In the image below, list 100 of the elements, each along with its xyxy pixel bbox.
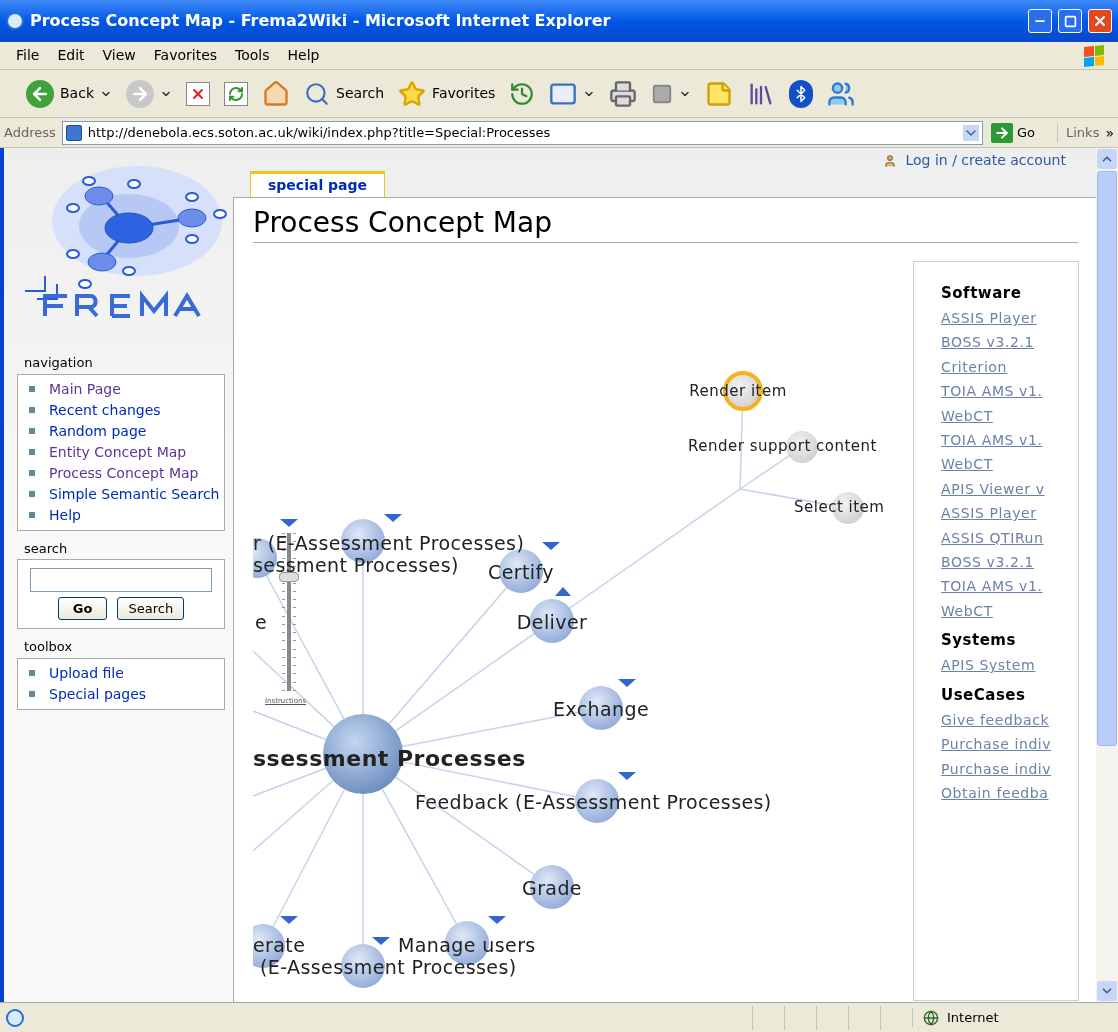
maximize-icon (1063, 14, 1077, 28)
page-title: Process Concept Map (253, 206, 1078, 243)
search-icon (304, 80, 330, 107)
related-link[interactable]: BOSS v3.2.1 (941, 330, 1078, 355)
related-link[interactable]: ASSIS Player (941, 306, 1078, 331)
portlet-heading: navigation (24, 354, 94, 372)
menu-item[interactable]: File (16, 45, 40, 66)
triangle-icon[interactable] (372, 937, 390, 945)
note-icon (705, 79, 734, 108)
related-link[interactable]: Criterion (941, 354, 1078, 380)
nav-link[interactable]: Special pages (49, 683, 147, 705)
ie-page-icon (6, 1008, 24, 1027)
triangle-icon[interactable] (542, 542, 560, 550)
clock-icon (509, 80, 536, 107)
related-link[interactable]: WebCT (941, 598, 1078, 624)
node-label: Select item (794, 500, 885, 516)
node-label: (E-Assessment Processes) (260, 958, 517, 978)
related-link[interactable]: BOSS v3.2.1 (941, 550, 1078, 575)
page-tab[interactable]: special page (250, 171, 386, 197)
node-label: Render support content (688, 439, 877, 455)
bullet-icon (29, 406, 35, 413)
favorites-button[interactable]: Favorites (396, 74, 498, 113)
login-link[interactable]: Log in / create account (905, 150, 1066, 171)
stop-icon (186, 81, 210, 106)
triangle-icon[interactable] (384, 514, 402, 522)
back-button[interactable]: Back (24, 74, 114, 113)
menu-item[interactable]: View (102, 45, 136, 66)
scroll-up-button[interactable] (1097, 149, 1117, 169)
node-label: e (255, 613, 268, 633)
menu-item[interactable]: Edit (57, 45, 85, 66)
printer-icon (609, 79, 638, 108)
refresh-icon (224, 81, 248, 106)
nav-link[interactable]: Simple Semantic Search (49, 483, 220, 505)
windows-flag-icon (1084, 44, 1104, 68)
nav-link[interactable]: Upload file (49, 662, 124, 684)
window-title: Process Concept Map - Frema2Wiki - Microsoft Internet Explorer (30, 10, 612, 32)
bullet-icon (29, 669, 35, 676)
more-links-chevron[interactable]: » (1105, 125, 1114, 140)
triangle-icon[interactable] (618, 772, 636, 780)
related-link[interactable]: APIS System (941, 653, 1078, 678)
nav-link[interactable]: Help (49, 504, 81, 526)
triangle-icon[interactable] (555, 587, 571, 596)
home-icon (262, 79, 290, 108)
node-label: erate (253, 936, 306, 956)
related-link[interactable]: Give feedback (941, 707, 1078, 733)
search-button[interactable]: Search (302, 74, 387, 113)
bluetooth-icon (789, 79, 814, 108)
menu-item[interactable]: Favorites (153, 45, 218, 66)
node-label: Feedback (E-Assessment Processes) (415, 793, 772, 813)
bullet-icon (29, 469, 35, 476)
address-field[interactable]: http://denebola.ecs.soton.ac.uk/wiki/index.php?title=Special:Processes (61, 120, 983, 145)
search-button[interactable]: Search (117, 597, 185, 620)
slider-thumb[interactable] (279, 572, 299, 583)
triangle-icon[interactable] (280, 916, 298, 924)
nav-link[interactable]: Recent changes (49, 399, 161, 421)
nav-link[interactable]: Process Concept Map (49, 462, 199, 484)
close-button[interactable] (1088, 9, 1112, 33)
zone-label: Internet (947, 1008, 999, 1027)
node-label: Deliver (516, 613, 588, 633)
bullet-icon (29, 690, 35, 697)
dropdown-icon[interactable] (963, 124, 979, 141)
node-label: Exchange (553, 700, 649, 720)
scroll-thumb[interactable] (1097, 171, 1117, 746)
related-link[interactable]: Obtain feedba (941, 780, 1078, 806)
menu-item[interactable]: Help (287, 45, 320, 66)
related-link[interactable]: WebCT (941, 403, 1078, 429)
section-heading: UseCases (941, 684, 1027, 706)
page-icon (65, 124, 82, 141)
bullet-icon (29, 490, 35, 497)
nav-link[interactable]: Random page (49, 420, 147, 442)
related-link[interactable]: ASSIS QTIRun (941, 525, 1078, 551)
related-link[interactable]: WebCT (941, 452, 1078, 477)
star-icon (398, 79, 427, 108)
related-link[interactable]: Purchase indiv (941, 732, 1078, 757)
menu-item[interactable]: Tools (235, 45, 270, 66)
scroll-down-button[interactable] (1097, 981, 1117, 1001)
scrollbar[interactable] (1096, 148, 1118, 1002)
related-link[interactable]: APIS Viewer v (941, 476, 1078, 502)
related-link[interactable]: TOIA AMS v1. (941, 379, 1078, 404)
related-link[interactable]: ASSIS Player (941, 501, 1078, 526)
search-field[interactable] (30, 568, 212, 592)
page-icon (651, 82, 674, 105)
bullet-icon (29, 511, 35, 518)
maximize-button[interactable] (1058, 9, 1082, 33)
related-link[interactable]: TOIA AMS v1. (941, 428, 1078, 453)
node-label: Manage users (398, 936, 536, 956)
triangle-icon[interactable] (618, 679, 636, 687)
node-label: Grade (522, 879, 582, 899)
go-button[interactable]: Go (989, 122, 1037, 143)
links-label[interactable]: Links (1057, 122, 1100, 143)
related-link[interactable]: TOIA AMS v1. (941, 574, 1078, 599)
section-heading: Systems (941, 630, 1017, 652)
minimize-button[interactable] (1028, 9, 1052, 33)
nav-link[interactable]: Entity Concept Map (49, 441, 187, 463)
triangle-icon[interactable] (280, 519, 298, 527)
related-link[interactable]: Purchase indiv (941, 756, 1078, 781)
triangle-icon[interactable] (488, 916, 506, 924)
go-button[interactable]: Go (57, 597, 108, 620)
nav-link[interactable]: Main Page (49, 378, 121, 400)
bullet-icon (29, 427, 35, 434)
